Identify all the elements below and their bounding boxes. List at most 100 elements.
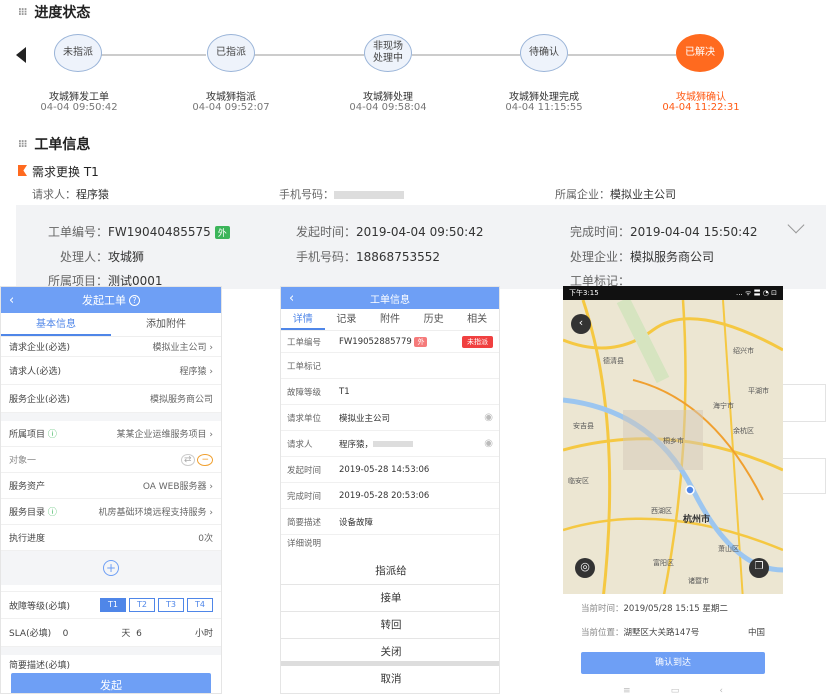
create-order-tabs: 基本信息 添加附件: [1, 313, 221, 337]
sla-day-input[interactable]: 0: [63, 629, 69, 639]
detail-row-mark: 工单标记: [281, 353, 499, 379]
grid-dots-icon: ⁝⁝⁝: [18, 6, 27, 18]
progress-node-resolved[interactable]: 已解决: [676, 34, 724, 72]
order-detail-header: ‹ 工单信息: [281, 287, 499, 309]
phone-order-detail: ‹ 工单信息 详情 记录 附件 历史 相关 工单编号 FW19052885779 外…: [280, 286, 500, 694]
tab-detail[interactable]: 详情: [281, 309, 325, 330]
progress-node-assigned[interactable]: 已指派: [207, 34, 255, 72]
map-label-place: 德清县: [603, 357, 624, 365]
help-icon[interactable]: ?: [129, 294, 140, 306]
action-accept[interactable]: 接单: [281, 585, 499, 612]
form-row-asset[interactable]: 服务资产 OA WEB服务器 ›: [1, 473, 221, 499]
form-row-project[interactable]: 所属项目 ⓘ 某某企业运维服务项目 ›: [1, 421, 221, 447]
level-t4[interactable]: T4: [187, 598, 213, 612]
phone-field: 手机号码：: [279, 186, 404, 202]
form-row-level: 故障等级(必填) T1 T2 T3 T4: [1, 591, 221, 619]
progress-connector: [100, 54, 206, 56]
help-icon[interactable]: ⓘ: [48, 430, 57, 440]
phone-create-order: ‹ 发起工单? 基本信息 添加附件 请求企业(必选) 模拟业主公司 › 请求人(必选…: [0, 286, 222, 694]
map-label-place: 桐乡市: [663, 437, 684, 445]
progress-section-title: ⁝⁝⁝ 进度状态: [18, 5, 91, 21]
swap-icon[interactable]: ⇄: [181, 453, 195, 466]
minus-icon[interactable]: −: [197, 453, 213, 466]
add-row: +: [1, 551, 221, 585]
progress-node-processing[interactable]: 非现场处理中: [364, 34, 412, 72]
tab-related[interactable]: 相关: [455, 309, 499, 330]
back-icon[interactable]: ‹: [289, 291, 294, 306]
back-icon[interactable]: ‹: [571, 314, 591, 334]
progress-node-unassigned[interactable]: 未指派: [54, 34, 102, 72]
prev-arrow-icon[interactable]: [16, 47, 26, 63]
home-icon[interactable]: ▭: [671, 686, 680, 694]
progress-connector: [254, 54, 364, 56]
detail-row-start: 发起时间 2019-05-28 14:53:06: [281, 457, 499, 483]
action-assign[interactable]: 指派给: [281, 558, 499, 585]
confirm-arrival-button[interactable]: 确认到达: [581, 652, 765, 674]
map-label-city: 杭州市: [683, 515, 711, 525]
sla-hour-input[interactable]: 6: [136, 629, 142, 639]
requester-field: 请求人：程序猿: [32, 188, 109, 201]
tab-basic-info[interactable]: 基本信息: [1, 313, 111, 336]
map-label-place: 诸暨市: [688, 577, 709, 585]
phone-map-checkin: 下午3:15... ᯤ 〓 ◔ ⊡ 杭州市 西湖区 余杭区 萧山区 富阳区 诸暨…: [563, 286, 783, 694]
eye-icon[interactable]: ◉: [484, 438, 493, 449]
form-row-service-company[interactable]: 服务企业(必选) 模拟服务商公司: [1, 385, 221, 413]
progress-step-name: 攻城狮发工单: [49, 92, 109, 103]
form-row-progress: 执行进度 0次: [1, 525, 221, 551]
menu-icon[interactable]: ≡: [623, 686, 631, 694]
back-nav-icon[interactable]: ‹: [719, 686, 723, 694]
order-subject: 需求更换 T1: [32, 165, 99, 179]
help-icon[interactable]: ⓘ: [48, 508, 57, 518]
map-label-place: 安吉县: [573, 422, 594, 430]
map-label-place: 西湖区: [651, 507, 672, 515]
flag-icon: [18, 165, 27, 176]
form-row-sla: SLA(必填) 0天 6 小时: [1, 619, 221, 647]
map-label-place: 萧山区: [718, 545, 739, 553]
tab-attachment[interactable]: 附件: [368, 309, 412, 330]
checkin-panel: 当前时间：2019/05/28 15:15 星期二 当前位置：湖墅区大关路147…: [563, 594, 783, 694]
tab-record[interactable]: 记录: [325, 309, 369, 330]
submit-button[interactable]: 发起: [11, 673, 211, 693]
progress-connector: [412, 54, 520, 56]
action-close[interactable]: 关闭: [281, 639, 499, 666]
action-cancel[interactable]: 取消: [281, 666, 499, 693]
level-selector: T1 T2 T3 T4: [100, 598, 213, 612]
map-label-place: 海宁市: [713, 402, 734, 410]
order-section-title: ⁝⁝⁝ 工单信息: [18, 137, 91, 153]
locate-icon[interactable]: ◎: [575, 558, 595, 578]
redacted-phone: [373, 440, 414, 447]
handler-field: 处理人：攻城狮: [60, 250, 145, 264]
current-location: 当前位置：湖墅区大关路147号 中国: [581, 628, 765, 638]
form-row-catalog[interactable]: 服务目录 ⓘ 机房基础环境远程支持服务 ›: [1, 499, 221, 525]
progress-step-time: 04-04 11:22:31: [662, 102, 740, 113]
tab-history[interactable]: 历史: [412, 309, 456, 330]
map-view[interactable]: [563, 300, 783, 600]
add-icon[interactable]: +: [103, 560, 119, 576]
detail-row-explain: 详细说明: [287, 539, 322, 549]
detail-row-finish: 完成时间 2019-05-28 20:53:06: [281, 483, 499, 509]
progress-step-time: 04-04 09:52:07: [192, 102, 270, 113]
back-icon[interactable]: ‹: [9, 293, 14, 308]
layers-icon[interactable]: ❐: [749, 558, 769, 578]
handler-company-field: 处理企业：模拟服务商公司: [570, 250, 715, 264]
form-row-requester[interactable]: 请求人(必选) 程序猿 ›: [1, 357, 221, 385]
order-no-field: 工单编号：FW19040485575 外: [48, 223, 230, 240]
action-sheet: 指派给 接单 转回 关闭 取消: [281, 558, 499, 693]
map-label-place: 余杭区: [733, 427, 754, 435]
level-t1[interactable]: T1: [100, 598, 126, 612]
action-return[interactable]: 转回: [281, 612, 499, 639]
form-row-desc[interactable]: 简要描述(必填): [1, 655, 221, 673]
tab-attachments[interactable]: 添加附件: [111, 313, 221, 336]
level-t3[interactable]: T3: [158, 598, 184, 612]
external-badge: 外: [414, 336, 428, 347]
progress-node-pending[interactable]: 待确认: [520, 34, 568, 72]
eye-icon[interactable]: ◉: [484, 412, 493, 423]
progress-step-time: 04-04 09:50:42: [40, 102, 118, 113]
form-row-request-company[interactable]: 请求企业(必选) 模拟业主公司 ›: [1, 337, 221, 357]
progress-step-time: 04-04 11:15:55: [505, 102, 583, 113]
level-t2[interactable]: T2: [129, 598, 155, 612]
progress-connector: [568, 54, 676, 56]
redacted-phone: [334, 191, 404, 199]
form-row-object: 对象一 ⇄ −: [1, 447, 221, 473]
side-block: [782, 458, 826, 494]
